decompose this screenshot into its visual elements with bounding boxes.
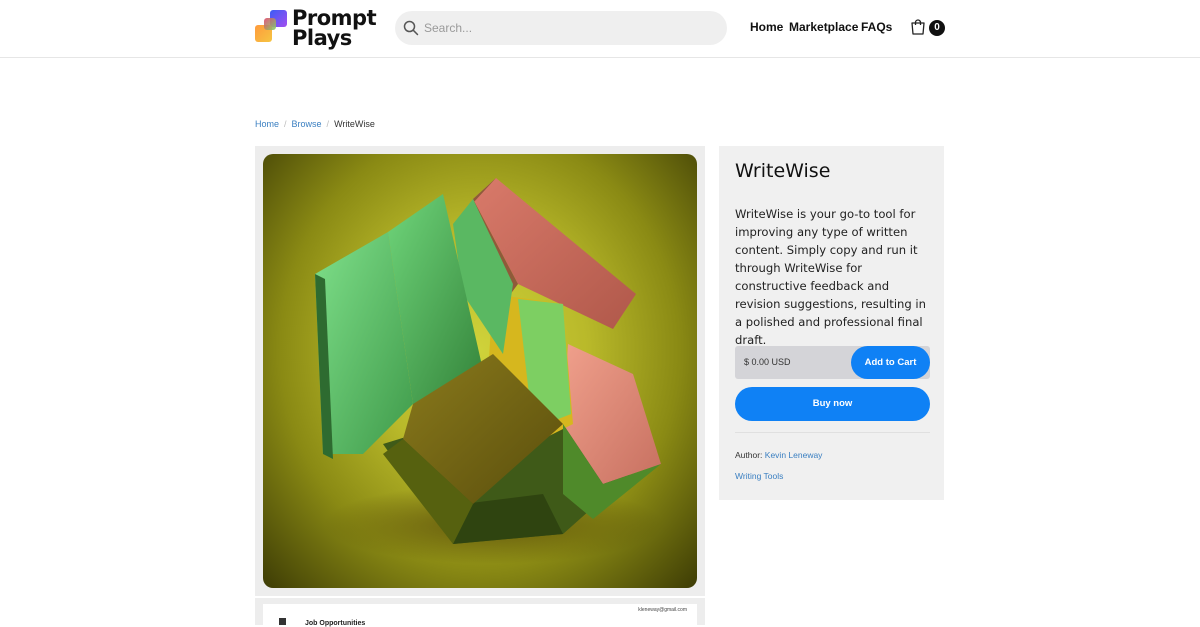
breadcrumb-separator: /	[284, 119, 287, 129]
price-label: $ 0.00 USD	[744, 357, 791, 367]
preview-title: Job Opportunities	[305, 620, 366, 627]
abstract-cube-artwork	[315, 178, 663, 564]
preview-email: kleneway@gmail.com	[638, 607, 687, 613]
search-icon	[403, 20, 419, 36]
cart-icon	[911, 19, 925, 35]
product-image-panel	[255, 146, 705, 596]
author-label: Author:	[735, 450, 763, 460]
document-icon	[279, 618, 286, 625]
search-bar[interactable]	[395, 11, 727, 45]
product-title: WriteWise	[735, 160, 831, 182]
nav-home[interactable]: Home	[750, 20, 783, 34]
cart-button[interactable]: 0	[910, 18, 946, 38]
logo-line-2: Plays	[292, 26, 352, 50]
breadcrumb: Home / Browse / WriteWise	[255, 119, 375, 129]
breadcrumb-separator: /	[326, 119, 330, 129]
author-line: Author: Kevin Leneway	[735, 450, 822, 460]
logo[interactable]: Prompt Plays	[255, 6, 377, 50]
logo-text: Prompt Plays	[292, 6, 377, 50]
divider	[735, 432, 930, 433]
nav-faqs[interactable]: FAQs	[861, 20, 892, 34]
price-row: $ 0.00 USD Add to Cart	[735, 346, 930, 379]
cart-count-badge: 0	[929, 20, 945, 36]
logo-mark-icon	[255, 10, 287, 44]
site-header: Prompt Plays Home Marketplace FAQs 0	[0, 0, 1200, 58]
breadcrumb-current: WriteWise	[334, 119, 375, 129]
secondary-image-panel: kleneway@gmail.com Job Opportunities	[255, 598, 705, 627]
add-to-cart-button[interactable]: Add to Cart	[851, 346, 930, 379]
breadcrumb-browse[interactable]: Browse	[292, 119, 322, 129]
search-input[interactable]	[424, 11, 714, 45]
breadcrumb-home[interactable]: Home	[255, 119, 279, 129]
nav-marketplace[interactable]: Marketplace	[789, 20, 858, 34]
secondary-image-preview[interactable]: kleneway@gmail.com Job Opportunities	[263, 604, 697, 627]
product-description: WriteWise is your go-to tool for improvi…	[735, 207, 926, 347]
logo-line-1: Prompt	[292, 6, 377, 30]
category-link[interactable]: Writing Tools	[735, 471, 783, 481]
product-info-panel: WriteWise WriteWise is your go-to tool f…	[719, 146, 944, 500]
buy-now-button[interactable]: Buy now	[735, 387, 930, 421]
product-image[interactable]	[263, 154, 697, 588]
author-link[interactable]: Kevin Leneway	[765, 450, 823, 460]
